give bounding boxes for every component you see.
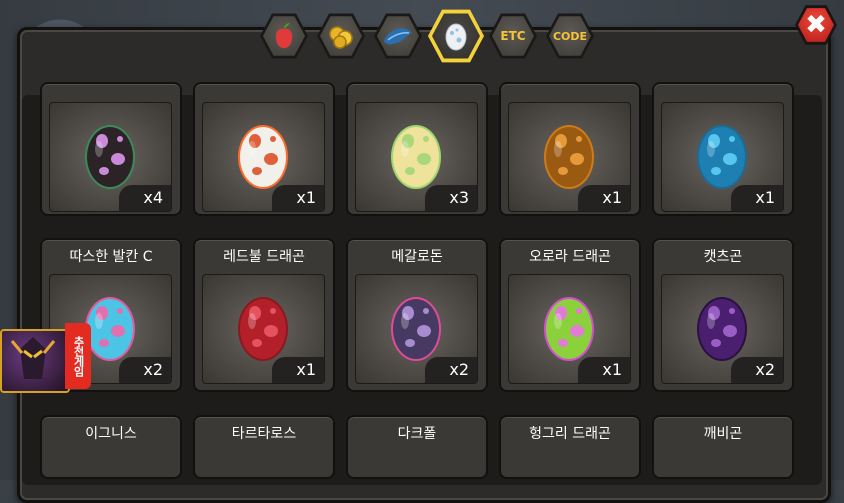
egg-slot: x2 <box>661 274 784 384</box>
egg-card[interactable]: 이그니스 <box>40 415 182 479</box>
egg-slot: x3 <box>355 102 478 212</box>
egg-icon <box>238 125 288 189</box>
egg-name: 다크폴 <box>397 426 437 442</box>
feather-icon <box>384 28 412 45</box>
egg-card[interactable]: 메갈로돈 x2 <box>346 238 488 392</box>
egg-slot: x2 <box>355 274 478 384</box>
egg-count: x2 <box>425 357 477 383</box>
egg-count: x1 <box>731 185 783 211</box>
egg-slot: x1 <box>202 102 325 212</box>
egg-name: 타르타로스 <box>231 426 297 442</box>
egg-icon <box>391 297 441 361</box>
egg-name: 따스한 발칸 C <box>69 249 153 265</box>
egg-card[interactable]: 오로라 드래곤 x1 <box>499 238 641 392</box>
egg-count: x4 <box>119 185 171 211</box>
egg-card[interactable]: 헝그리 드래곤 <box>499 415 641 479</box>
egg-card[interactable]: x1 <box>193 82 335 216</box>
recommended-game-label: 추천게임 <box>65 323 91 389</box>
egg-icon <box>697 125 747 189</box>
egg-icon <box>544 297 594 361</box>
code-icon: CODE <box>549 16 591 56</box>
gold-coins-icon <box>329 26 353 49</box>
egg-icon <box>445 23 467 51</box>
etc-icon: ETC <box>492 16 534 56</box>
egg-slot: x1 <box>508 102 631 212</box>
egg-slot: x4 <box>49 102 172 212</box>
fruit-icon <box>275 23 293 49</box>
egg-icon <box>238 297 288 361</box>
egg-name: 오로라 드래곤 <box>529 249 611 265</box>
game-avatar <box>0 329 70 393</box>
egg-count: x1 <box>578 357 630 383</box>
egg-icon <box>697 297 747 361</box>
egg-count: x2 <box>119 357 171 383</box>
egg-name: 헝그리 드래곤 <box>529 426 611 442</box>
egg-name: 캣츠곤 <box>703 249 743 265</box>
egg-name: 레드불 드래곤 <box>223 249 305 265</box>
recommended-game-badge[interactable]: 추천게임 <box>0 323 93 393</box>
egg-count: x3 <box>425 185 477 211</box>
egg-card[interactable]: 타르타로스 <box>193 415 335 479</box>
egg-icon <box>544 125 594 189</box>
egg-card[interactable]: x3 <box>346 82 488 216</box>
egg-name: 깨비곤 <box>703 426 743 442</box>
egg-name: 메갈로돈 <box>391 249 443 265</box>
egg-card[interactable]: 캣츠곤 x2 <box>652 238 794 392</box>
egg-slot: x1 <box>508 274 631 384</box>
egg-name: 이그니스 <box>85 426 137 442</box>
egg-card[interactable]: x1 <box>652 82 794 216</box>
egg-card[interactable]: 레드불 드래곤 x1 <box>193 238 335 392</box>
egg-card[interactable]: x4 <box>40 82 182 216</box>
egg-slot: x1 <box>202 274 325 384</box>
close-icon: ✖ <box>798 8 834 42</box>
egg-card[interactable]: 다크폴 <box>346 415 488 479</box>
egg-count: x1 <box>578 185 630 211</box>
egg-count: x2 <box>731 357 783 383</box>
egg-slot: x1 <box>661 102 784 212</box>
egg-icon <box>85 125 135 189</box>
egg-card[interactable]: x1 <box>499 82 641 216</box>
egg-count: x1 <box>272 357 324 383</box>
egg-icon <box>391 125 441 189</box>
egg-card[interactable]: 깨비곤 <box>652 415 794 479</box>
egg-count: x1 <box>272 185 324 211</box>
